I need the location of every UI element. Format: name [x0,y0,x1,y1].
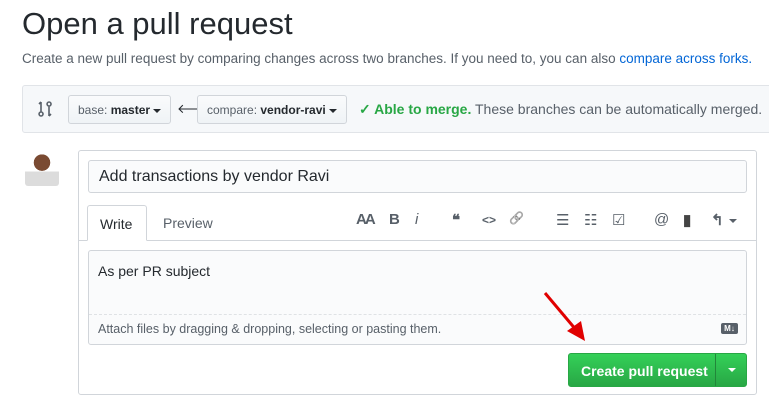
body-text: As per PR subject [98,263,211,279]
body-textarea[interactable]: As per PR subject Attach files by draggi… [88,250,747,345]
title-input[interactable]: Add transactions by vendor Ravi [88,160,747,193]
caret-down-icon [328,108,337,113]
reply-icon[interactable]: ↰ [711,211,724,229]
caret-down-icon [153,108,162,113]
base-branch-select[interactable]: base: master [68,95,172,124]
compare-forks-link[interactable]: compare across forks. [619,51,752,66]
compare-branch: vendor-ravi [260,103,326,117]
subtitle-text: Create a new pull request by comparing c… [22,51,620,66]
merge-status: ✓ Able to merge. These branches can be a… [359,101,762,118]
divider [89,314,746,315]
caret-down-icon[interactable] [729,219,737,223]
quote-icon[interactable]: ❝ [452,211,460,229]
bold-icon[interactable]: B [389,211,400,228]
link-icon[interactable]: 🔗 [509,211,524,225]
check-icon: ✓ [359,101,375,117]
ordered-list-icon[interactable]: ☷ [584,211,597,229]
divider [715,354,716,386]
page-subtitle: Create a new pull request by comparing c… [22,51,752,66]
create-pull-request-label: Create pull request [581,363,708,379]
base-prefix: base: [78,103,111,117]
pull-request-form: Add transactions by vendor Ravi Write Pr… [78,150,757,395]
italic-icon[interactable]: i [415,211,418,228]
mention-icon[interactable]: @ [654,211,669,228]
code-icon[interactable]: <> [482,213,496,227]
bookmark-icon[interactable]: ▮ [683,211,691,229]
tab-write[interactable]: Write [87,205,147,241]
attach-files-hint[interactable]: Attach files by dragging & dropping, sel… [98,322,441,336]
git-compare-icon [38,101,52,117]
merge-status-label: Able to merge. [374,101,472,117]
heading-icon[interactable]: AA [356,211,376,228]
base-branch: master [110,103,151,117]
page-title: Open a pull request [22,6,293,41]
compare-prefix: compare: [207,103,261,117]
branch-range-bar: base: master 🡐 compare: vendor-ravi ✓ Ab… [22,85,769,133]
annotation-arrow-icon [543,292,585,341]
merge-status-detail: These branches can be automatically merg… [471,101,763,117]
create-pull-request-button[interactable]: Create pull request [568,353,747,387]
avatar [25,150,59,186]
compare-branch-select[interactable]: compare: vendor-ravi [197,95,347,124]
tab-preview[interactable]: Preview [151,205,225,241]
task-list-icon[interactable]: ☑ [612,211,625,229]
caret-down-icon[interactable] [728,368,736,372]
unordered-list-icon[interactable]: ☰ [556,211,569,229]
tab-divider [79,240,756,241]
markdown-icon[interactable]: M↓ [721,323,738,334]
